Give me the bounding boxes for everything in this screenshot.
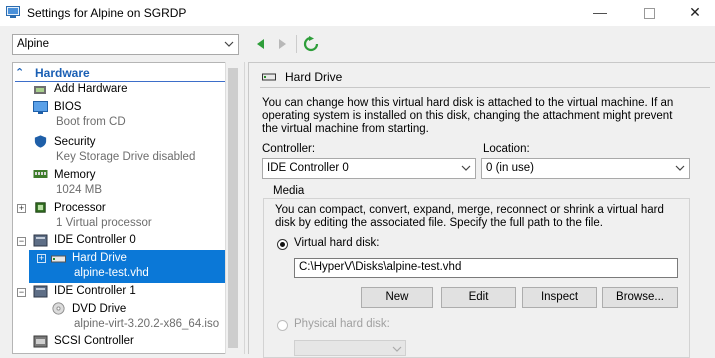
controller-select[interactable]: IDE Controller 0 (262, 158, 476, 179)
tree-item-label: Processor (54, 202, 106, 214)
physical-hard-disk-label: Physical hard disk: (294, 318, 390, 330)
controller-select-value: IDE Controller 0 (267, 162, 349, 174)
edit-button[interactable]: Edit (441, 287, 516, 308)
section-separator (260, 87, 710, 88)
vhd-path-value: C:\HyperV\Disks\alpine-test.vhd (299, 261, 462, 273)
location-select[interactable]: 0 (in use) (481, 158, 690, 179)
section-title: Hard Drive (285, 70, 343, 84)
chevron-down-icon (461, 165, 471, 171)
new-button[interactable]: New (361, 287, 433, 308)
location-label: Location: (483, 143, 530, 155)
expand-processor-toggle[interactable]: + (17, 204, 26, 213)
tree-item-memory[interactable]: Memory 1024 MB (33, 168, 233, 198)
inspect-button[interactable]: Inspect (522, 287, 597, 308)
collapse-ide1-toggle[interactable]: − (17, 288, 26, 297)
hard-drive-icon (262, 73, 276, 81)
hardware-section-header[interactable]: ⌃ Hardware (15, 66, 225, 82)
window-title: Settings for Alpine on SGRDP (27, 6, 187, 20)
tree-item-sublabel: Boot from CD (56, 116, 126, 128)
hardware-section-label: Hardware (35, 66, 90, 80)
location-select-value: 0 (in use) (486, 162, 534, 174)
add-hardware-icon (34, 86, 46, 94)
physical-hard-disk-radio[interactable] (277, 320, 288, 331)
media-description: You can compact, convert, expand, merge,… (275, 204, 664, 229)
tree-item-label: BIOS (54, 101, 82, 113)
controller-icon (33, 234, 48, 247)
attachment-description: You can change how this virtual hard dis… (262, 97, 674, 135)
tree-item-sublabel: alpine-test.vhd (74, 267, 149, 279)
tree-item-sublabel: Key Storage Drive disabled (56, 151, 196, 163)
virtual-hard-disk-label: Virtual hard disk: (294, 237, 380, 249)
vhd-path-input[interactable]: C:\HyperV\Disks\alpine-test.vhd (294, 258, 678, 278)
tree-scrollbar-thumb[interactable] (228, 68, 238, 348)
tree-item-label: Add Hardware (54, 83, 128, 95)
title-bar: Settings for Alpine on SGRDP — ✕ (0, 0, 715, 26)
close-button[interactable]: ✕ (681, 2, 709, 22)
bios-monitor-icon (33, 101, 48, 114)
controller-icon (33, 285, 48, 298)
tree-item-label: Memory (54, 169, 96, 181)
tree-item-ide-controller-0[interactable]: IDE Controller 0 (33, 234, 233, 248)
collapse-caret-icon[interactable]: ⌃ (15, 66, 24, 79)
tree-item-processor[interactable]: Processor 1 Virtual processor (33, 201, 233, 231)
maximize-icon (643, 7, 655, 19)
radio-selected-dot (280, 242, 285, 247)
controller-label: Controller: (262, 143, 316, 155)
tree-item-label: SCSI Controller (54, 335, 134, 347)
scsi-controller-icon (33, 335, 48, 348)
hardware-section-underline (15, 81, 225, 82)
tree-item-scsi-controller[interactable]: SCSI Controller (33, 335, 233, 349)
processor-icon (35, 202, 46, 213)
tree-item-security[interactable]: Security Key Storage Drive disabled (33, 135, 233, 165)
hardware-tree[interactable]: ⌃ Hardware Add Hardware BIOS Boot from C… (12, 62, 239, 354)
tree-item-ide-controller-1[interactable]: IDE Controller 1 (33, 285, 233, 299)
forward-arrow-icon[interactable] (274, 36, 290, 52)
virtual-hard-disk-radio[interactable] (277, 239, 288, 250)
settings-app-icon (6, 6, 20, 18)
toolbar-separator (296, 35, 297, 53)
tree-item-sublabel: alpine-virt-3.20.2-x86_64.iso (74, 318, 220, 330)
tree-item-add-hardware[interactable]: Add Hardware (33, 83, 233, 97)
tree-item-dvd-drive[interactable]: DVD Drive alpine-virt-3.20.2-x86_64.iso (51, 302, 236, 332)
tree-item-label: IDE Controller 1 (54, 285, 136, 297)
chevron-down-icon (392, 346, 402, 352)
collapse-ide0-toggle[interactable]: − (17, 237, 26, 246)
tree-item-sublabel: 1024 MB (56, 184, 103, 196)
hard-drive-icon (51, 255, 66, 263)
chevron-down-icon (675, 165, 685, 171)
tree-item-label: DVD Drive (72, 303, 127, 315)
memory-chip-icon (33, 170, 48, 178)
back-arrow-icon[interactable] (253, 36, 269, 52)
media-group-title: Media (270, 185, 308, 197)
refresh-icon[interactable] (303, 36, 319, 52)
vm-select-value: Alpine (17, 38, 49, 50)
tree-item-bios[interactable]: BIOS Boot from CD (33, 101, 233, 131)
tree-item-label: IDE Controller 0 (54, 234, 136, 246)
tree-item-label: Hard Drive (72, 252, 127, 264)
chevron-down-icon (224, 41, 234, 47)
tree-item-hard-drive[interactable]: Hard Drive alpine-test.vhd (51, 251, 236, 281)
maximize-button[interactable] (635, 2, 663, 22)
tree-item-label: Security (54, 136, 96, 148)
shield-icon (34, 135, 47, 148)
dvd-disc-icon (52, 302, 65, 315)
vm-select[interactable]: Alpine (12, 34, 239, 55)
tree-scrollbar[interactable] (225, 62, 239, 354)
pane-divider[interactable] (244, 62, 245, 354)
expand-hard-drive-toggle[interactable]: + (37, 254, 46, 263)
browse-button[interactable]: Browse... (602, 287, 678, 308)
tree-item-sublabel: 1 Virtual processor (56, 217, 152, 229)
minimize-button[interactable]: — (586, 2, 614, 22)
